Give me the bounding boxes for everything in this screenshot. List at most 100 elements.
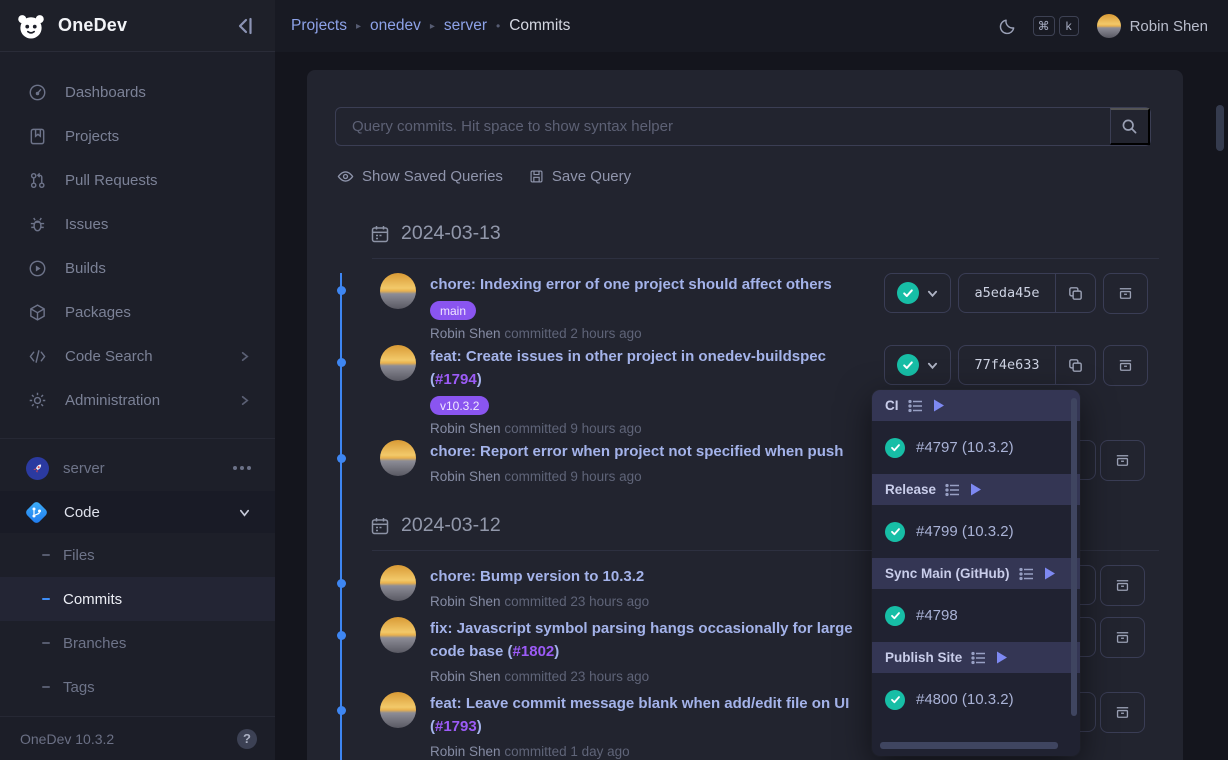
user-menu[interactable]: Robin Shen bbox=[1097, 14, 1208, 38]
avatar bbox=[1097, 14, 1121, 38]
commit-row: chore: Indexing error of one project sho… bbox=[380, 273, 880, 341]
dash-icon bbox=[42, 554, 50, 556]
sidebar-item-administration[interactable]: Administration bbox=[0, 378, 275, 422]
sidebar-item-branches[interactable]: Branches bbox=[0, 621, 275, 665]
sidebar-item-code-search[interactable]: Code Search bbox=[0, 334, 275, 378]
job-builds-list-icon[interactable] bbox=[971, 650, 987, 666]
run-job-icon[interactable] bbox=[996, 651, 1008, 664]
run-job-icon[interactable] bbox=[1044, 567, 1056, 580]
build-status-dropdown[interactable] bbox=[884, 345, 951, 385]
sidebar-item-commits[interactable]: Commits bbox=[0, 577, 275, 621]
search-button[interactable] bbox=[1110, 108, 1150, 145]
dash-icon bbox=[42, 686, 50, 688]
build-success-icon bbox=[897, 282, 919, 304]
gear-icon bbox=[28, 391, 47, 410]
sidebar-item-tags[interactable]: Tags bbox=[0, 665, 275, 709]
command-palette-shortcut[interactable]: ⌘ k bbox=[1033, 16, 1079, 36]
sidebar-item-label: Issues bbox=[65, 216, 108, 233]
branch-badge[interactable]: main bbox=[430, 301, 476, 320]
commit-query-input[interactable] bbox=[336, 108, 1110, 145]
job-builds-list-icon[interactable] bbox=[908, 398, 924, 414]
sidebar-item-label: Projects bbox=[65, 128, 119, 145]
sidebar-collapse-icon[interactable] bbox=[235, 15, 257, 37]
issue-link[interactable]: #1793 bbox=[435, 718, 477, 735]
run-job-icon[interactable] bbox=[933, 399, 945, 412]
job-builds-list-icon[interactable] bbox=[945, 482, 961, 498]
ellipsis-icon[interactable] bbox=[233, 466, 251, 470]
browse-code-button[interactable] bbox=[1100, 440, 1145, 481]
commit-hash-button[interactable]: a5eda45e bbox=[958, 273, 1096, 313]
archive-icon bbox=[1113, 451, 1132, 470]
sidebar-item-packages[interactable]: Packages bbox=[0, 290, 275, 334]
build-link[interactable]: #4800 (10.3.2) bbox=[872, 673, 1080, 726]
chevron-down-icon bbox=[927, 288, 938, 299]
commit-message-link[interactable]: feat: Leave commit message blank when ad… bbox=[430, 692, 880, 738]
show-saved-queries-button[interactable]: Show Saved Queries bbox=[337, 168, 503, 185]
topbar: Projects ▸ onedev ▸ server • Commits ⌘ k… bbox=[275, 0, 1228, 52]
cmd-keycap: ⌘ bbox=[1033, 16, 1055, 36]
browse-code-button[interactable] bbox=[1100, 617, 1145, 658]
build-success-icon bbox=[885, 606, 905, 626]
sidebar-item-code[interactable]: Code bbox=[0, 491, 275, 533]
browse-code-button[interactable] bbox=[1103, 273, 1148, 314]
commit-message-link[interactable]: fix: Javascript symbol parsing hangs occ… bbox=[430, 617, 880, 663]
sidebar-item-files[interactable]: Files bbox=[0, 533, 275, 577]
copy-icon[interactable] bbox=[1055, 346, 1095, 384]
breadcrumb-projects[interactable]: Projects bbox=[291, 17, 347, 35]
help-icon[interactable]: ? bbox=[237, 729, 257, 749]
git-code-icon bbox=[24, 500, 48, 524]
commit-message-link[interactable]: chore: Indexing error of one project sho… bbox=[430, 273, 880, 296]
play-circle-icon bbox=[28, 259, 47, 278]
timeline-dot bbox=[337, 454, 346, 463]
browse-code-button[interactable] bbox=[1100, 565, 1145, 606]
build-status-dropdown[interactable] bbox=[884, 273, 951, 313]
dark-mode-moon-icon[interactable] bbox=[998, 17, 1017, 36]
job-name[interactable]: CI bbox=[885, 398, 899, 413]
commit-hash-button[interactable]: 77f4e633 bbox=[958, 345, 1096, 385]
job-header: Release bbox=[872, 474, 1080, 505]
job-name[interactable]: Release bbox=[885, 482, 936, 497]
build-link[interactable]: #4797 (10.3.2) bbox=[872, 421, 1080, 474]
commit-timeline-line bbox=[340, 273, 342, 760]
page-scrollbar[interactable] bbox=[1216, 105, 1224, 151]
avatar bbox=[380, 273, 416, 309]
commit-message-link[interactable]: chore: Report error when project not spe… bbox=[430, 440, 880, 463]
sidebar-item-pull-requests[interactable]: Pull Requests bbox=[0, 158, 275, 202]
issue-link[interactable]: #1802 bbox=[513, 643, 555, 660]
commit-meta: Robin Shen committed 2 hours ago bbox=[430, 326, 880, 341]
run-job-icon[interactable] bbox=[970, 483, 982, 496]
avatar bbox=[380, 345, 416, 381]
commit-message-link[interactable]: feat: Create issues in other project in … bbox=[430, 345, 880, 391]
timeline-dot bbox=[337, 358, 346, 367]
tag-badge[interactable]: v10.3.2 bbox=[430, 396, 489, 415]
browse-code-button[interactable] bbox=[1100, 692, 1145, 733]
gauge-icon bbox=[28, 83, 47, 102]
chevron-down-icon bbox=[238, 506, 251, 519]
popup-vertical-scrollbar[interactable] bbox=[1071, 398, 1077, 716]
browse-code-button[interactable] bbox=[1103, 345, 1148, 386]
sub-item-label: Files bbox=[63, 547, 95, 564]
breadcrumb-onedev[interactable]: onedev bbox=[370, 17, 421, 35]
copy-icon[interactable] bbox=[1055, 274, 1095, 312]
job-builds-list-icon[interactable] bbox=[1019, 566, 1035, 582]
sidebar-footer: OneDev 10.3.2 ? bbox=[0, 716, 275, 760]
job-name[interactable]: Publish Site bbox=[885, 650, 962, 665]
save-query-button[interactable]: Save Query bbox=[529, 168, 631, 185]
popup-horizontal-scrollbar[interactable] bbox=[880, 742, 1058, 749]
sidebar-item-issues[interactable]: Issues bbox=[0, 202, 275, 246]
sidebar-item-builds[interactable]: Builds bbox=[0, 246, 275, 290]
sidebar-item-dashboards[interactable]: Dashboards bbox=[0, 70, 275, 114]
date-header: 2024-03-13 bbox=[370, 222, 501, 245]
sidebar-project-server[interactable]: server bbox=[0, 445, 275, 491]
issue-link[interactable]: #1794 bbox=[435, 371, 477, 388]
avatar bbox=[380, 617, 416, 653]
avatar bbox=[380, 565, 416, 601]
sidebar-item-label: Packages bbox=[65, 304, 131, 321]
build-link[interactable]: #4798 bbox=[872, 589, 1080, 642]
sidebar-item-projects[interactable]: Projects bbox=[0, 114, 275, 158]
breadcrumb-server[interactable]: server bbox=[444, 17, 487, 35]
job-name[interactable]: Sync Main (GitHub) bbox=[885, 566, 1010, 581]
commit-message-link[interactable]: chore: Bump version to 10.3.2 bbox=[430, 565, 880, 588]
build-status-popup: CI #4797 (10.3.2) Release #4799 (10.3.2)… bbox=[872, 390, 1080, 756]
build-link[interactable]: #4799 (10.3.2) bbox=[872, 505, 1080, 558]
